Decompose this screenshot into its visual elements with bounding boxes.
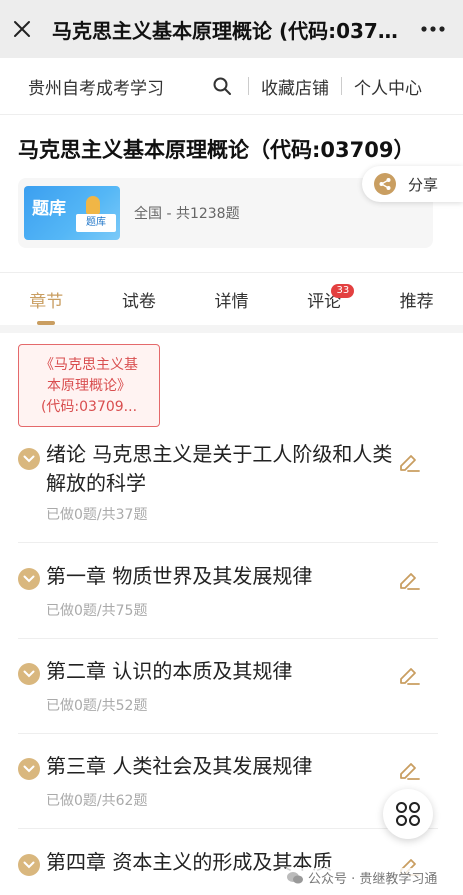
chevron-down-icon: [23, 670, 35, 678]
share-icon: [374, 173, 396, 195]
chapter-title: 绪论 马克思主义是关于工人阶级和人类解放的科学: [46, 442, 393, 495]
comment-count-badge: 33: [331, 284, 355, 298]
chapter-item[interactable]: 第一章 物质世界及其发展规律 已做0题/共75题: [18, 560, 438, 639]
watermark-text: 公众号 · 贵继教学习通: [308, 872, 438, 887]
close-button[interactable]: [0, 0, 44, 58]
favorite-shop-link[interactable]: 收藏店铺: [261, 74, 329, 99]
search-button[interactable]: [208, 72, 236, 100]
window-title: 马克思主义基本原理概论 (代码:03709): [52, 18, 403, 43]
search-icon: [213, 77, 231, 95]
share-label: 分享: [408, 175, 439, 194]
tab-details[interactable]: 详情: [185, 273, 278, 325]
chevron-down-icon: [23, 765, 35, 773]
chapter-title: 第二章 认识的本质及其规律: [46, 659, 293, 683]
outline-tag-line: 《马克思主义基: [40, 357, 138, 373]
watermark: 公众号 · 贵继教学习通: [286, 868, 438, 887]
section-gap: [0, 325, 463, 333]
shop-name[interactable]: 贵州自考成考学习: [28, 74, 168, 99]
tab-bar: 章节 试卷 详情 评论 33 推荐: [0, 272, 463, 326]
outline-tag-line: 本原理概论》: [47, 378, 131, 394]
chevron-down-icon: [23, 575, 35, 583]
wechat-icon: [287, 871, 303, 883]
course-outline-tag[interactable]: 《马克思主义基 本原理概论》 (代码:03709...: [18, 344, 160, 427]
chapter-title: 第三章 人类社会及其发展规律: [46, 754, 313, 778]
chapter-item[interactable]: 第三章 人类社会及其发展规律 已做0题/共62题: [18, 750, 438, 829]
close-icon: [14, 21, 30, 37]
course-title: 马克思主义基本原理概论（代码:03709）: [18, 138, 415, 162]
more-icon: [421, 26, 445, 32]
chapter-item[interactable]: 第二章 认识的本质及其规律 已做0题/共52题: [18, 655, 438, 734]
student-figure-icon: [86, 196, 100, 214]
more-button[interactable]: [403, 0, 463, 58]
outline-tag-line: (代码:03709...: [40, 399, 138, 415]
chapter-progress: 已做0题/共75题: [46, 603, 148, 619]
divider: [248, 77, 249, 95]
edit-icon[interactable]: [396, 448, 422, 474]
share-button[interactable]: 分享: [362, 166, 463, 202]
quick-menu-button[interactable]: [383, 789, 433, 839]
edit-icon[interactable]: [396, 661, 422, 687]
tab-label: 详情: [214, 291, 249, 312]
edit-icon[interactable]: [396, 756, 422, 782]
profile-link[interactable]: 个人中心: [354, 74, 422, 99]
chapter-progress: 已做0题/共62题: [46, 793, 148, 809]
tab-comments[interactable]: 评论 33: [278, 273, 371, 325]
chevron-down-icon: [23, 455, 35, 463]
question-bank-thumbnail: 题库 题库: [24, 186, 120, 240]
expand-toggle[interactable]: [18, 663, 40, 685]
chapter-progress: 已做0题/共52题: [46, 698, 148, 714]
thumbnail-title: 题库: [32, 199, 66, 219]
title-bar: 马克思主义基本原理概论 (代码:03709): [0, 0, 463, 58]
tab-label: 试卷: [121, 291, 156, 312]
thumbnail-book-label: 题库: [76, 214, 116, 232]
grid-icon: [396, 802, 420, 826]
edit-icon[interactable]: [396, 566, 422, 592]
chevron-down-icon: [23, 861, 35, 869]
expand-toggle[interactable]: [18, 758, 40, 780]
chapter-item[interactable]: 绪论 马克思主义是关于工人阶级和人类解放的科学 已做0题/共37题: [18, 440, 438, 543]
divider: [341, 77, 342, 95]
tab-label: 章节: [29, 291, 64, 312]
question-bank-meta: 全国 - 共1238题: [134, 206, 240, 222]
expand-toggle[interactable]: [18, 448, 40, 470]
chapter-title: 第一章 物质世界及其发展规律: [46, 564, 313, 588]
shop-bar: 贵州自考成考学习 收藏店铺 个人中心: [0, 58, 463, 115]
tab-papers[interactable]: 试卷: [93, 273, 186, 325]
tab-chapters[interactable]: 章节: [0, 273, 93, 325]
expand-toggle[interactable]: [18, 854, 40, 876]
tab-label: 推荐: [399, 291, 434, 312]
chapter-progress: 已做0题/共37题: [46, 507, 148, 523]
tab-recommend[interactable]: 推荐: [370, 273, 463, 325]
expand-toggle[interactable]: [18, 568, 40, 590]
